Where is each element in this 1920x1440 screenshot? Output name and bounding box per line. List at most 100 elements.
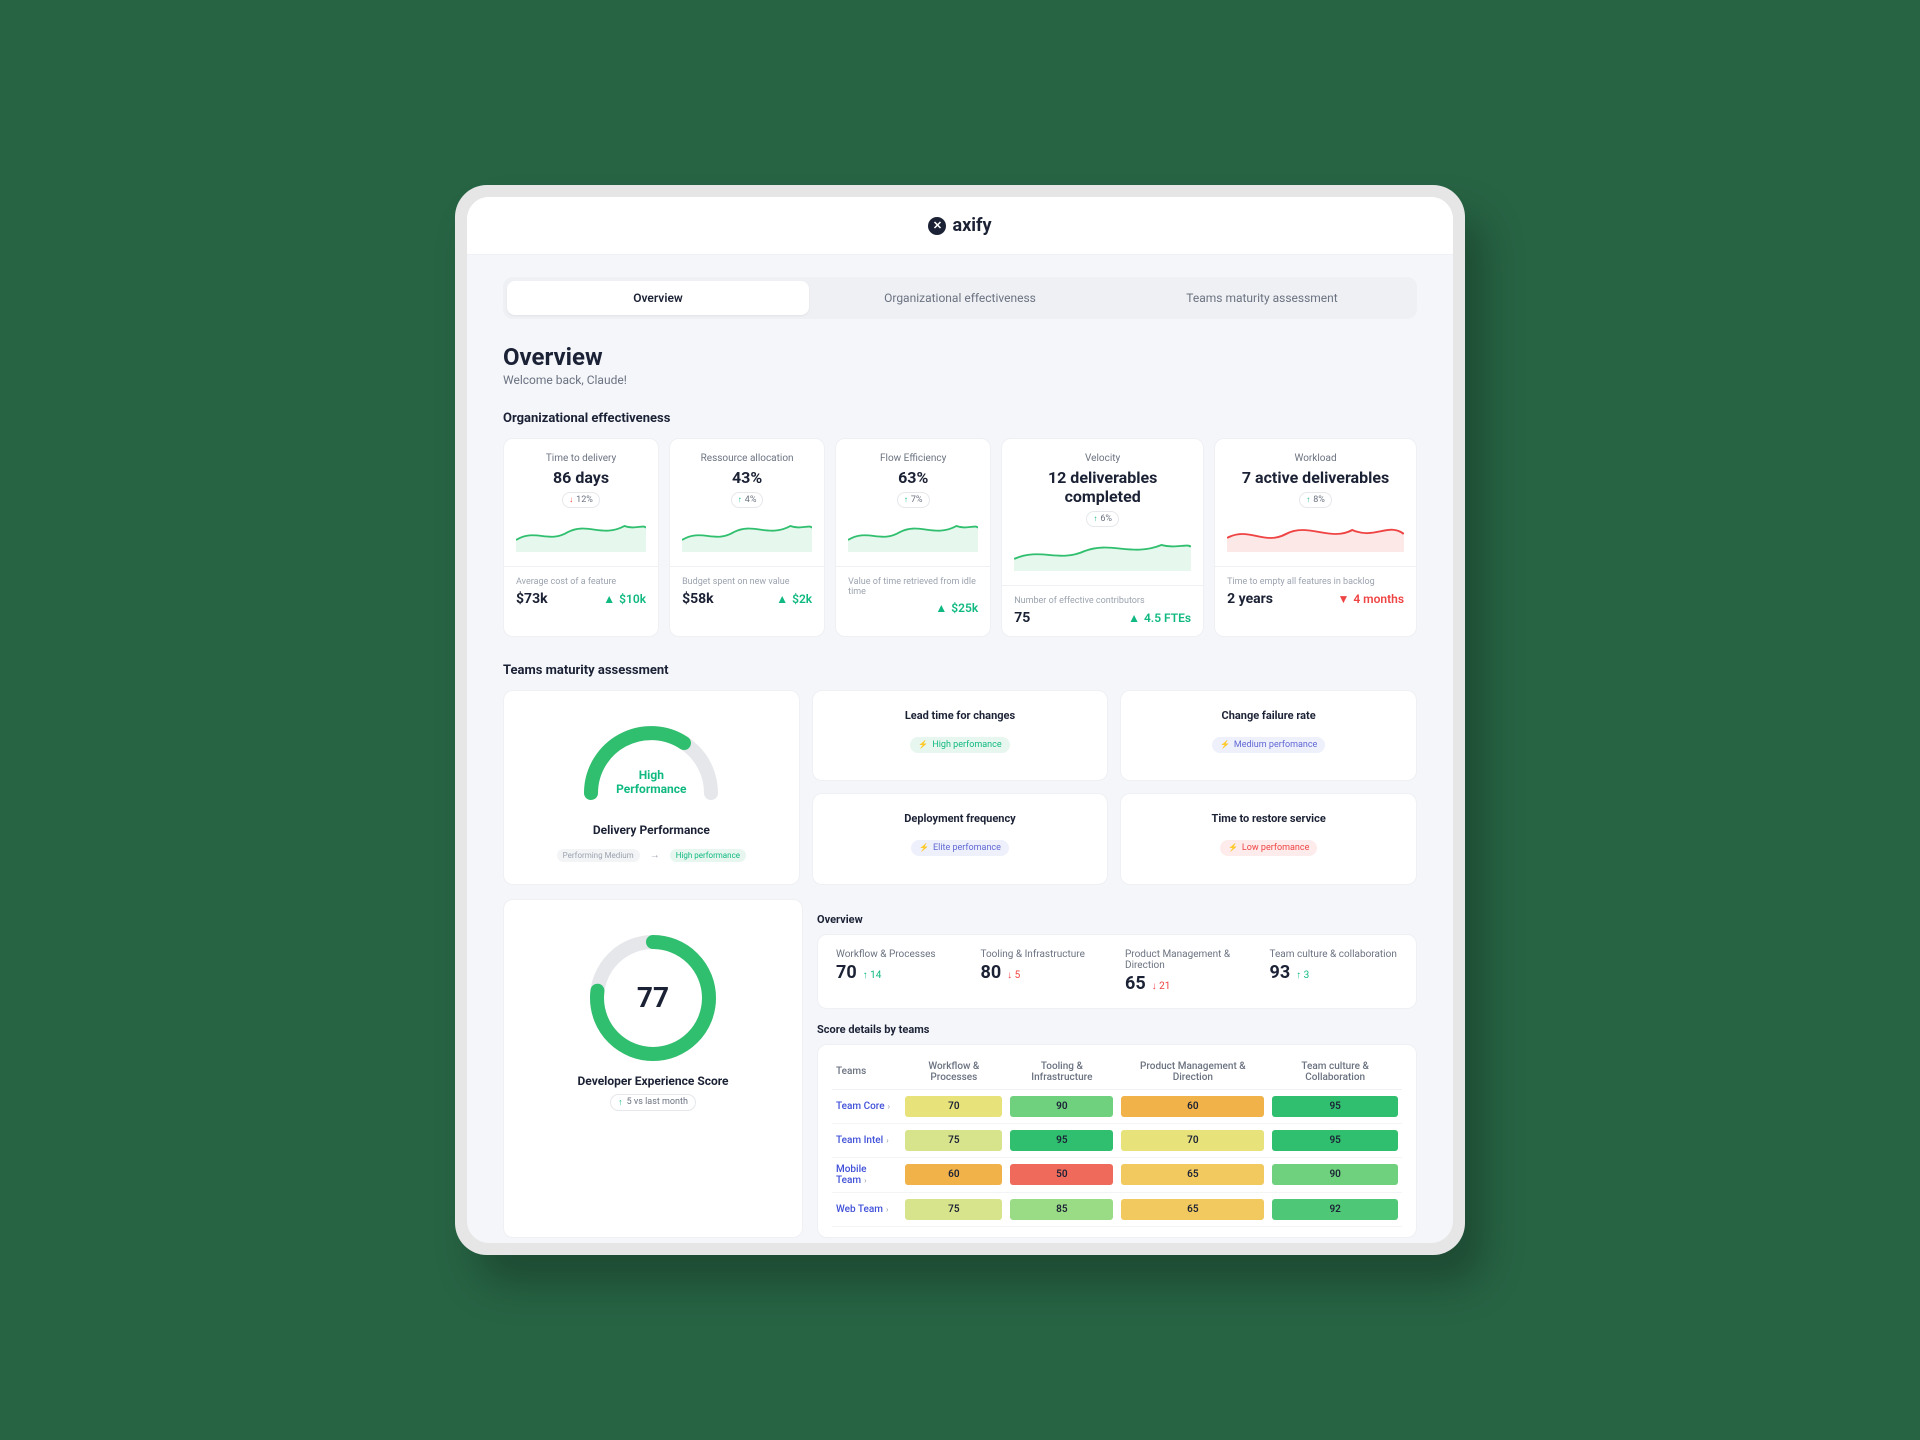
table-header: Team culture & Collaboration <box>1268 1055 1402 1090</box>
overview-delta: ↑ 14 <box>863 970 882 981</box>
metrics-row: Time to delivery 86 days ↓12% Average co… <box>503 438 1417 637</box>
heatmap-cell: 95 <box>1268 1089 1402 1123</box>
dora-grid: Lead time for changes High perfomanceCha… <box>812 690 1417 885</box>
table-header: Product Management & Direction <box>1117 1055 1268 1090</box>
arrow-up-icon: ↑ <box>618 1097 623 1108</box>
heatmap-cell: 65 <box>1117 1157 1268 1192</box>
metric-sub-v1: 75 <box>1014 610 1030 626</box>
heatmap-cell: 60 <box>1117 1089 1268 1123</box>
metric-label: Time to delivery <box>516 453 646 464</box>
metric-value: 7 active deliverables <box>1227 468 1404 487</box>
team-link[interactable]: Team Core› <box>836 1101 890 1112</box>
metric-label: Flow Efficiency <box>848 453 978 464</box>
score-table: TeamsWorkflow & ProcessesTooling & Infra… <box>832 1055 1402 1227</box>
overview-value: 65 <box>1125 973 1146 994</box>
team-link[interactable]: Mobile Team› <box>836 1164 867 1186</box>
metric-sub-label: Average cost of a feature <box>516 577 646 587</box>
tab-org-effectiveness[interactable]: Organizational effectiveness <box>809 281 1111 315</box>
metric-delta: ↑6% <box>1086 511 1119 527</box>
devx-table-card: TeamsWorkflow & ProcessesTooling & Infra… <box>817 1044 1417 1238</box>
heatmap-cell: 95 <box>1006 1123 1117 1157</box>
metric-value: 86 days <box>516 468 646 487</box>
metric-card: Workload 7 active deliverables ↑8% Time … <box>1214 438 1417 637</box>
metric-value: 63% <box>848 468 978 487</box>
delivery-performance-title: Delivery Performance <box>526 823 777 837</box>
bolt-icon <box>919 843 929 853</box>
welcome-text: Welcome back, Claude! <box>503 373 1417 387</box>
table-header: Tooling & Infrastructure <box>1006 1055 1117 1090</box>
dora-card: Lead time for changes High perfomance <box>812 690 1109 782</box>
performance-pill: Elite perfomance <box>911 840 1009 856</box>
app-header: ✕ axify <box>467 197 1453 255</box>
chevron-right-icon: › <box>864 1176 866 1185</box>
tab-overview[interactable]: Overview <box>507 281 809 315</box>
table-header: Teams <box>832 1055 901 1090</box>
metric-sub-v2: ▲4.5 FTEs <box>1128 611 1191 625</box>
metric-sub-label: Budget spent on new value <box>682 577 812 587</box>
table-row: Team Intel›75957095 <box>832 1123 1402 1157</box>
metric-label: Workload <box>1227 453 1404 464</box>
overview-delta: ↓ 5 <box>1007 970 1020 981</box>
devx-overview-strip: Workflow & Processes 70 ↑ 14 Tooling & In… <box>817 934 1417 1009</box>
heatmap-cell: 70 <box>901 1089 1006 1123</box>
logo-icon: ✕ <box>928 217 946 235</box>
overview-item: Product Management & Direction 65 ↓ 21 <box>1125 949 1254 994</box>
metric-value: 12 deliverables completed <box>1014 468 1191 506</box>
metric-sub-v1: $73k <box>516 591 548 607</box>
table-row: Web Team›75856592 <box>832 1192 1402 1226</box>
devx-row: 77 Developer Experience Score ↑ 5 vs las… <box>503 899 1417 1238</box>
metric-sub-v2: ▲$2k <box>776 592 812 606</box>
brand-name: axify <box>952 215 991 236</box>
dora-card: Deployment frequency Elite perfomance <box>812 793 1109 885</box>
bolt-icon <box>1228 843 1238 853</box>
devx-score-value: 77 <box>583 928 723 1068</box>
chevron-right-icon: › <box>888 1102 890 1111</box>
section-org-heading: Organizational effectiveness <box>503 411 1417 426</box>
metric-sub-v1: $58k <box>682 591 714 607</box>
overview-item: Tooling & Infrastructure 80 ↓ 5 <box>981 949 1110 994</box>
team-link[interactable]: Web Team› <box>836 1204 888 1215</box>
devx-delta-pill: ↑ 5 vs last month <box>610 1094 696 1111</box>
metric-card: Ressource allocation 43% ↑4% Budget spen… <box>669 438 825 637</box>
metric-delta: ↓12% <box>562 492 600 508</box>
chevron-right-icon: › <box>886 1205 888 1214</box>
heatmap-cell: 65 <box>1117 1192 1268 1226</box>
heatmap-cell: 60 <box>901 1157 1006 1192</box>
delivery-performance-card: High Performance Delivery Performance Pe… <box>503 690 800 885</box>
metric-sub-v2: ▲$25k <box>935 601 978 615</box>
gauge-label: High Performance <box>576 768 726 797</box>
overview-label: Tooling & Infrastructure <box>981 949 1110 960</box>
dora-title: Deployment frequency <box>831 812 1090 825</box>
table-row: Mobile Team›60506590 <box>832 1157 1402 1192</box>
overview-delta: ↓ 21 <box>1152 981 1171 992</box>
metric-card: Flow Efficiency 63% ↑7% Value of time re… <box>835 438 991 637</box>
gauge: High Performance <box>576 713 726 803</box>
devx-delta-text: 5 vs last month <box>627 1097 688 1107</box>
overview-label: Team culture & collaboration <box>1270 949 1399 960</box>
new-level-pill: High performance <box>670 849 746 862</box>
metric-sub-v2: ▼4 months <box>1337 592 1404 606</box>
metric-card: Time to delivery 86 days ↓12% Average co… <box>503 438 659 637</box>
tabs: Overview Organizational effectiveness Te… <box>503 277 1417 319</box>
dora-title: Time to restore service <box>1139 812 1398 825</box>
maturity-row: High Performance Delivery Performance Pe… <box>503 690 1417 885</box>
metric-sub-label: Value of time retrieved from idle time <box>848 577 978 597</box>
overview-item: Workflow & Processes 70 ↑ 14 <box>836 949 965 994</box>
app-screen: ✕ axify Overview Organizational effectiv… <box>467 197 1453 1243</box>
page-body: Overview Organizational effectiveness Te… <box>467 255 1453 1243</box>
devx-table-heading: Score details by teams <box>817 1023 1417 1036</box>
metric-sub-label: Number of effective contributors <box>1014 596 1191 606</box>
tab-maturity[interactable]: Teams maturity assessment <box>1111 281 1413 315</box>
metric-sub-v2: ▲$10k <box>603 592 646 606</box>
table-header: Workflow & Processes <box>901 1055 1006 1090</box>
donut-chart: 77 <box>583 928 723 1068</box>
heatmap-cell: 95 <box>1268 1123 1402 1157</box>
overview-item: Team culture & collaboration 93 ↑ 3 <box>1270 949 1399 994</box>
chevron-right-icon: › <box>886 1136 888 1145</box>
overview-value: 80 <box>981 962 1002 983</box>
team-link[interactable]: Team Intel› <box>836 1135 889 1146</box>
heatmap-cell: 90 <box>1006 1089 1117 1123</box>
performance-pill: Medium perfomance <box>1212 737 1325 753</box>
dora-card: Time to restore service Low perfomance <box>1120 793 1417 885</box>
heatmap-cell: 92 <box>1268 1192 1402 1226</box>
